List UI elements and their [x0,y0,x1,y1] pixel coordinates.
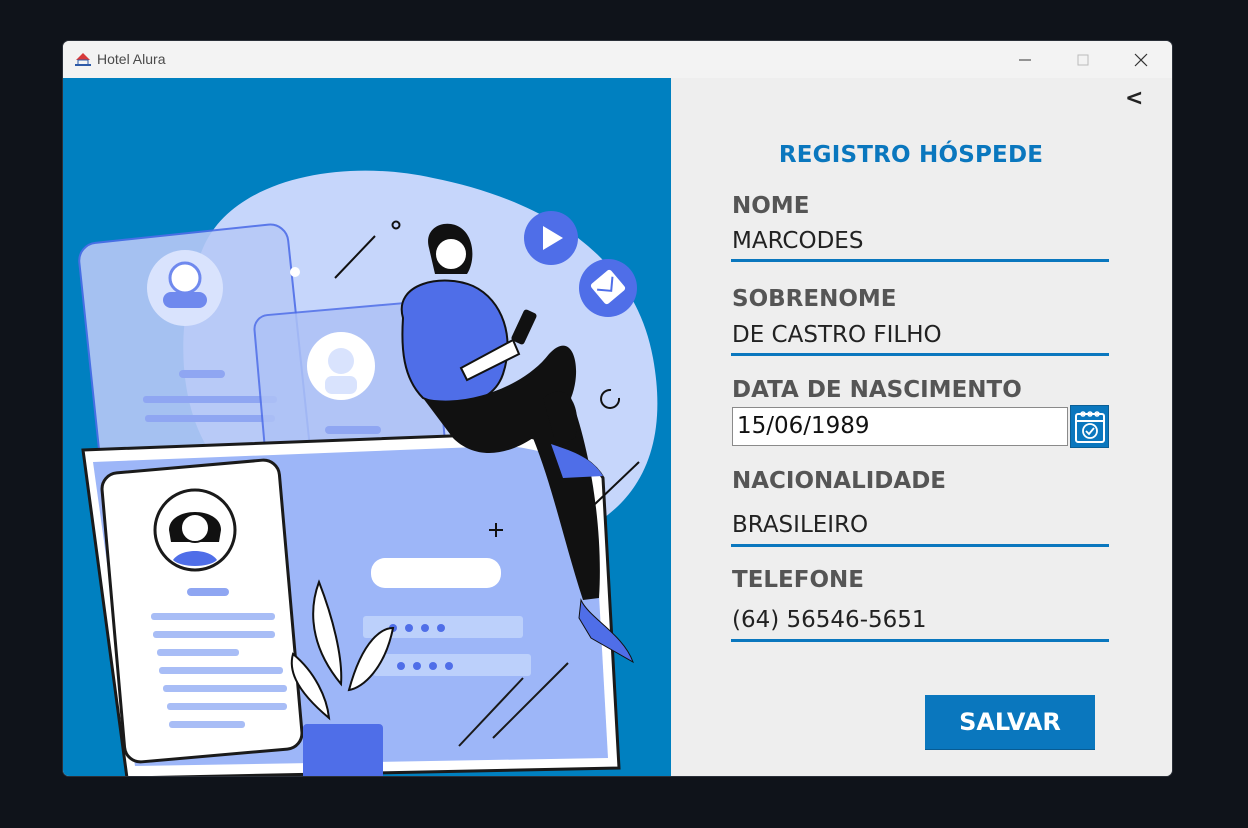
close-button[interactable] [1112,41,1170,78]
title-bar[interactable]: Hotel Alura [63,41,1172,78]
back-button[interactable]: < [1125,86,1147,114]
close-icon [1134,53,1148,67]
form-title: REGISTRO HÓSPEDE [778,142,1044,168]
name-label: NOME [732,193,810,219]
nationality-field[interactable]: BRASILEIRO [732,512,1108,538]
maximize-button[interactable] [1054,41,1112,78]
phone-label: TELEFONE [732,567,864,593]
name-underline [731,259,1109,262]
minimize-icon [1019,59,1031,61]
name-field[interactable]: MARCODES [732,228,1108,254]
surname-label: SOBRENOME [732,286,897,312]
app-window: Hotel Alura < REGISTRO HÓSPEDE NOME MARC… [63,41,1172,776]
nationality-label: NACIONALIDADE [732,468,946,494]
calendar-button[interactable] [1070,405,1109,448]
nationality-underline [731,544,1109,547]
surname-underline [731,353,1109,356]
phone-underline [731,639,1109,642]
save-button[interactable]: SALVAR [925,695,1095,749]
calendar-icon [1075,411,1105,443]
guest-form-panel: < REGISTRO HÓSPEDE NOME MARCODES SOBRENO… [671,78,1172,776]
phone-field[interactable]: (64) 56546-5651 [732,607,1108,633]
window-title: Hotel Alura [97,51,166,67]
minimize-button[interactable] [996,41,1054,78]
birthdate-field[interactable]: 15/06/1989 [732,407,1068,446]
illustration-panel [63,78,671,776]
maximize-icon [1077,54,1089,66]
surname-field[interactable]: DE CASTRO FILHO [732,322,1108,348]
birthdate-label: DATA DE NASCIMENTO [732,377,1022,403]
guest-registration-illustration [78,170,658,776]
hotel-logo-icon [75,53,91,66]
